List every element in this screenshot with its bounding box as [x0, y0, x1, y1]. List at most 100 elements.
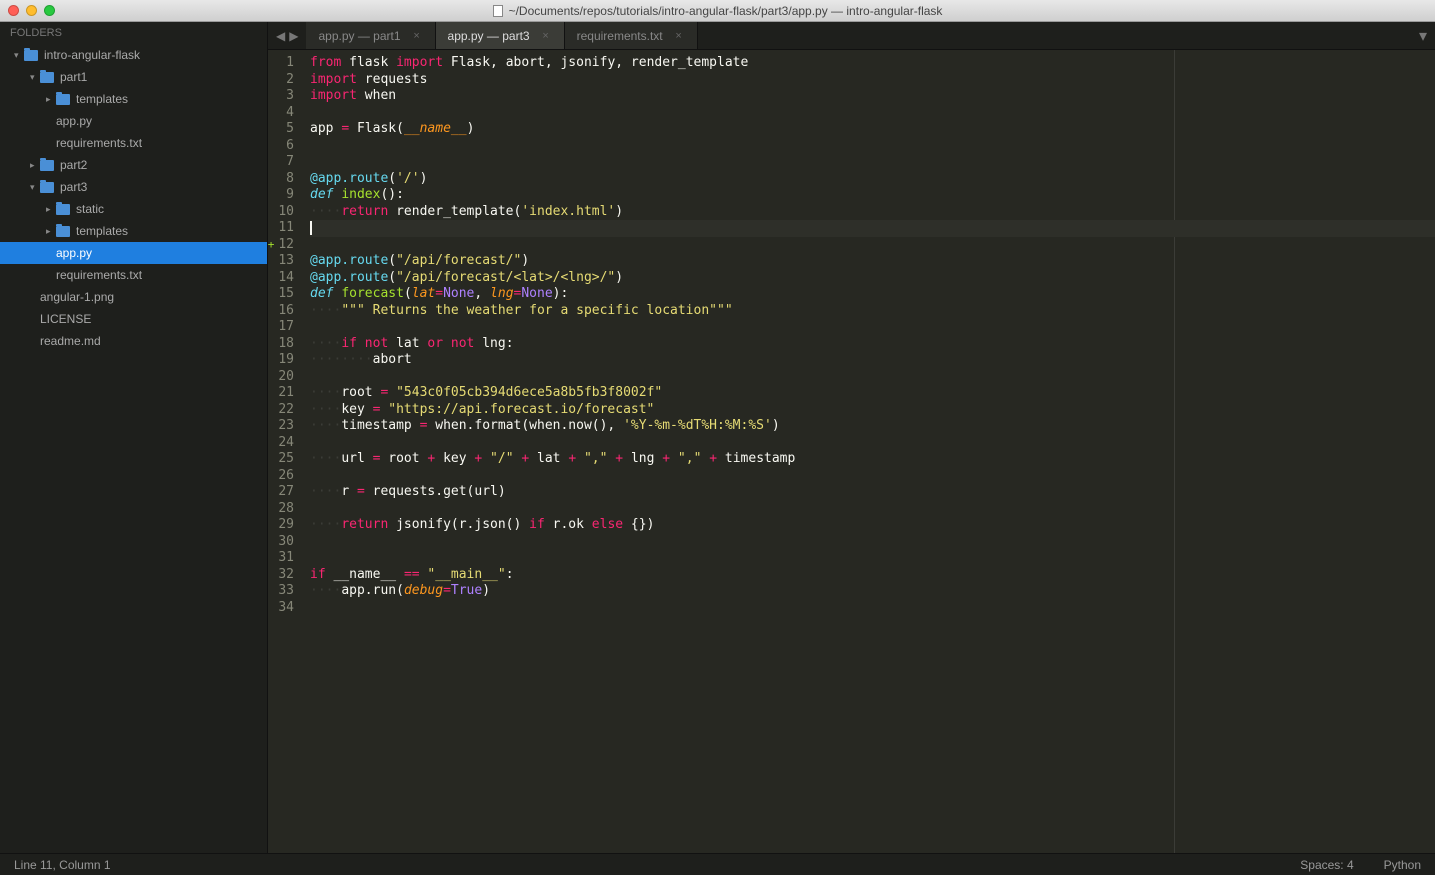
code-line[interactable]: from flask import Flask, abort, jsonify,…	[310, 55, 1435, 72]
file-readme-md[interactable]: readme.md	[0, 330, 267, 352]
tab-app-py-part1[interactable]: app.py — part1 ×	[306, 22, 435, 49]
code-line[interactable]	[310, 105, 1435, 122]
editor-area: ◀ ▶ app.py — part1×app.py — part3×requir…	[268, 22, 1435, 853]
code-line[interactable]: ····if not lat or not lng:	[310, 336, 1435, 353]
folder-tree: ▾intro-angular-flask▾part1▸templatesapp.…	[0, 44, 267, 352]
code-line[interactable]: ····""" Returns the weather for a specif…	[310, 303, 1435, 320]
folder-icon	[40, 72, 54, 83]
tree-item-label: part2	[60, 158, 87, 172]
zoom-window-button[interactable]	[44, 5, 55, 16]
sidebar: FOLDERS ▾intro-angular-flask▾part1▸templ…	[0, 22, 268, 853]
file-icon	[493, 5, 503, 17]
disclosure-icon: ▸	[30, 160, 40, 171]
code-editor[interactable]: 123456789101112+131415161718192021222324…	[268, 50, 1435, 853]
file-app-py[interactable]: app.py	[0, 242, 267, 264]
file-requirements-txt[interactable]: requirements.txt	[0, 264, 267, 286]
folder-part2[interactable]: ▸ part2	[0, 154, 267, 176]
folder-templates[interactable]: ▸ templates	[0, 220, 267, 242]
file-angular-1-png[interactable]: angular-1.png	[0, 286, 267, 308]
tab-close-icon[interactable]: ×	[411, 30, 423, 42]
tree-item-label: requirements.txt	[56, 268, 142, 282]
file-app-py[interactable]: app.py	[0, 110, 267, 132]
file-license[interactable]: LICENSE	[0, 308, 267, 330]
code-line[interactable]: ····app.run(debug=True)	[310, 583, 1435, 600]
minimize-window-button[interactable]	[26, 5, 37, 16]
folder-icon	[56, 94, 70, 105]
folder-part3[interactable]: ▾ part3	[0, 176, 267, 198]
code-line[interactable]: @app.route("/api/forecast/")	[310, 253, 1435, 270]
tab-overflow-button[interactable]: ▾	[1411, 22, 1435, 49]
code-line[interactable]: import requests	[310, 72, 1435, 89]
nav-forward-icon[interactable]: ▶	[289, 29, 298, 43]
code-line[interactable]	[310, 600, 1435, 617]
statusbar: Line 11, Column 1 Spaces: 4 Python	[0, 853, 1435, 875]
tree-item-label: intro-angular-flask	[44, 48, 140, 62]
tree-item-label: part1	[60, 70, 87, 84]
tree-item-label: templates	[76, 224, 128, 238]
tree-item-label: app.py	[56, 114, 92, 128]
disclosure-icon: ▸	[46, 204, 56, 215]
code-line[interactable]	[310, 534, 1435, 551]
code-line[interactable]: ········abort	[310, 352, 1435, 369]
disclosure-icon: ▾	[14, 50, 24, 61]
status-language[interactable]: Python	[1384, 858, 1421, 872]
code-line[interactable]: app = Flask(__name__)	[310, 121, 1435, 138]
disclosure-icon: ▾	[30, 72, 40, 83]
gutter-modified-icon: +	[268, 237, 276, 254]
code-line[interactable]: ····timestamp = when.format(when.now(), …	[310, 418, 1435, 435]
code-line[interactable]: ····return render_template('index.html')	[310, 204, 1435, 221]
sidebar-header: FOLDERS	[0, 22, 267, 44]
code-line[interactable]	[310, 550, 1435, 567]
tab-label: app.py — part1	[318, 29, 400, 43]
code-line[interactable]	[310, 369, 1435, 386]
status-indent[interactable]: Spaces: 4	[1300, 858, 1353, 872]
folder-icon	[56, 226, 70, 237]
nav-back-icon[interactable]: ◀	[276, 29, 285, 43]
file-requirements-txt[interactable]: requirements.txt	[0, 132, 267, 154]
status-position[interactable]: Line 11, Column 1	[14, 858, 111, 872]
code-line[interactable]	[310, 138, 1435, 155]
code-line[interactable]: if __name__ == "__main__":	[310, 567, 1435, 584]
code-line[interactable]: ····root = "543c0f05cb394d6ece5a8b5fb3f8…	[310, 385, 1435, 402]
folder-static[interactable]: ▸ static	[0, 198, 267, 220]
tree-item-label: part3	[60, 180, 87, 194]
close-window-button[interactable]	[8, 5, 19, 16]
code-line[interactable]: def forecast(lat=None, lng=None):	[310, 286, 1435, 303]
text-cursor	[310, 221, 312, 235]
code-line[interactable]: ····return jsonify(r.json() if r.ok else…	[310, 517, 1435, 534]
folder-icon	[40, 160, 54, 171]
code-line[interactable]: ····r = requests.get(url)	[310, 484, 1435, 501]
code-line[interactable]: @app.route("/api/forecast/<lat>/<lng>/")	[310, 270, 1435, 287]
tab-close-icon[interactable]: ×	[673, 30, 685, 42]
code-line[interactable]	[310, 501, 1435, 518]
code[interactable]: from flask import Flask, abort, jsonify,…	[302, 50, 1435, 853]
code-line[interactable]: import when	[310, 88, 1435, 105]
code-line[interactable]	[310, 468, 1435, 485]
tab-requirements-txt[interactable]: requirements.txt×	[565, 22, 698, 49]
titlebar: ~/Documents/repos/tutorials/intro-angula…	[0, 0, 1435, 22]
code-line[interactable]	[310, 319, 1435, 336]
gutter: 123456789101112+131415161718192021222324…	[268, 50, 302, 853]
folder-intro-angular-flask[interactable]: ▾ intro-angular-flask	[0, 44, 267, 66]
tree-item-label: readme.md	[40, 334, 101, 348]
folder-part1[interactable]: ▾ part1	[0, 66, 267, 88]
window-title: ~/Documents/repos/tutorials/intro-angula…	[509, 4, 943, 18]
code-line[interactable]: def index():	[310, 187, 1435, 204]
code-line[interactable]: ····url = root + key + "/" + lat + "," +…	[310, 451, 1435, 468]
code-line[interactable]: @app.route('/')	[310, 171, 1435, 188]
code-line[interactable]	[310, 220, 1435, 237]
tree-item-label: app.py	[56, 246, 92, 260]
code-line[interactable]: ····key = "https://api.forecast.io/forec…	[310, 402, 1435, 419]
folder-templates[interactable]: ▸templates	[0, 88, 267, 110]
disclosure-icon: ▾	[30, 182, 40, 193]
tree-item-label: static	[76, 202, 104, 216]
traffic-lights	[8, 5, 55, 16]
code-line[interactable]	[310, 154, 1435, 171]
folder-icon	[40, 182, 54, 193]
tab-close-icon[interactable]: ×	[540, 30, 552, 42]
code-line[interactable]	[310, 435, 1435, 452]
folder-icon	[56, 204, 70, 215]
disclosure-icon: ▸	[46, 226, 56, 237]
code-line[interactable]	[310, 237, 1435, 254]
tab-app-py-part3[interactable]: app.py — part3×	[436, 22, 565, 49]
